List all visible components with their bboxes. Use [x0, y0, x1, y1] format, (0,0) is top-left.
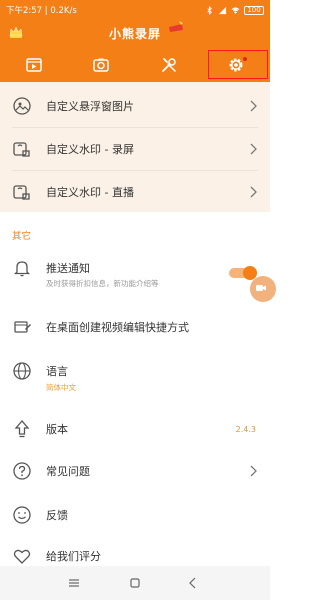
version-item[interactable]: 版本 2.4.3 [0, 418, 270, 440]
bell-icon [13, 261, 31, 277]
status-time-speed: 下午2:57 | 0.2K/s [6, 6, 77, 16]
custom-watermark-record-item[interactable]: 自定义水印 - 录屏 [0, 135, 270, 163]
chevron-right-icon [250, 465, 257, 477]
app-title: 小熊录屏 [108, 27, 161, 41]
other-section-header: 其它 [12, 231, 32, 242]
menu-icon[interactable] [67, 576, 81, 590]
language-value: 简体中文 [46, 383, 76, 392]
custom-watermark-record-label: 自定义水印 - 录屏 [46, 143, 134, 156]
custom-float-image-item[interactable]: 自定义悬浮窗图片 [0, 92, 270, 120]
divider [12, 127, 258, 128]
tab-camera[interactable] [68, 47, 136, 82]
app-header: 小熊录屏 [0, 20, 270, 47]
notification-dot [242, 57, 247, 61]
back-icon[interactable] [186, 576, 200, 590]
tab-tools[interactable] [135, 47, 203, 82]
smile-icon [13, 506, 31, 524]
push-notification-desc: 及时获得折扣信息，新功能介绍等 [46, 279, 159, 288]
selected-tab-highlight [207, 50, 268, 79]
system-nav-bar [0, 566, 270, 600]
language-label: 语言 [46, 365, 68, 378]
chevron-right-icon [250, 186, 257, 198]
tab-bar [0, 47, 270, 82]
status-icons: 100 [205, 5, 264, 15]
divider [12, 170, 258, 171]
version-value: 2.4.3 [235, 424, 256, 434]
tab-settings[interactable] [203, 47, 271, 82]
tab-video[interactable] [0, 47, 68, 82]
create-shortcut-item[interactable]: 在桌面创建视频编辑快捷方式 [0, 316, 270, 338]
rate-us-label: 给我们评分 [46, 550, 101, 563]
custom-watermark-live-label: 自定义水印 - 直播 [46, 186, 134, 199]
camera-icon [93, 58, 109, 72]
watermark-icon [13, 142, 30, 157]
question-icon [13, 462, 31, 480]
bluetooth-icon [207, 5, 212, 15]
status-speed: 0.2K/s [50, 6, 77, 16]
push-notification-toggle[interactable] [229, 266, 257, 280]
wifi-icon [231, 6, 240, 14]
floating-record-button[interactable] [250, 276, 276, 302]
camera-icon [256, 285, 266, 291]
video-edit-icon [14, 321, 31, 333]
status-time: 下午2:57 [6, 6, 43, 16]
heart-icon [13, 549, 31, 564]
feedback-label: 反馈 [46, 509, 68, 522]
signal-icon [218, 6, 227, 14]
status-bar: 下午2:57 | 0.2K/s 100 [0, 0, 270, 20]
language-item[interactable]: 语言 简体中文 [0, 359, 270, 393]
image-icon [13, 97, 31, 115]
watermark-icon [13, 185, 30, 200]
custom-watermark-live-item[interactable]: 自定义水印 - 直播 [0, 178, 270, 206]
version-label: 版本 [46, 423, 68, 436]
tools-icon [161, 57, 176, 72]
chevron-right-icon [250, 143, 257, 155]
faq-label: 常见问题 [46, 465, 90, 478]
feedback-item[interactable]: 反馈 [0, 504, 270, 526]
custom-float-image-label: 自定义悬浮窗图片 [46, 100, 134, 113]
create-shortcut-label: 在桌面创建视频编辑快捷方式 [46, 321, 189, 334]
home-icon[interactable] [128, 576, 142, 590]
faq-item[interactable]: 常见问题 [0, 460, 270, 482]
rate-us-item[interactable]: 给我们评分 [0, 545, 270, 567]
upload-arrow-icon [14, 420, 30, 438]
film-icon [26, 57, 42, 72]
chevron-right-icon [250, 100, 257, 112]
battery-indicator: 100 [244, 5, 264, 15]
push-notification-label: 推送通知 [46, 262, 90, 275]
globe-icon [13, 362, 31, 380]
vip-badge-icon [169, 21, 183, 32]
